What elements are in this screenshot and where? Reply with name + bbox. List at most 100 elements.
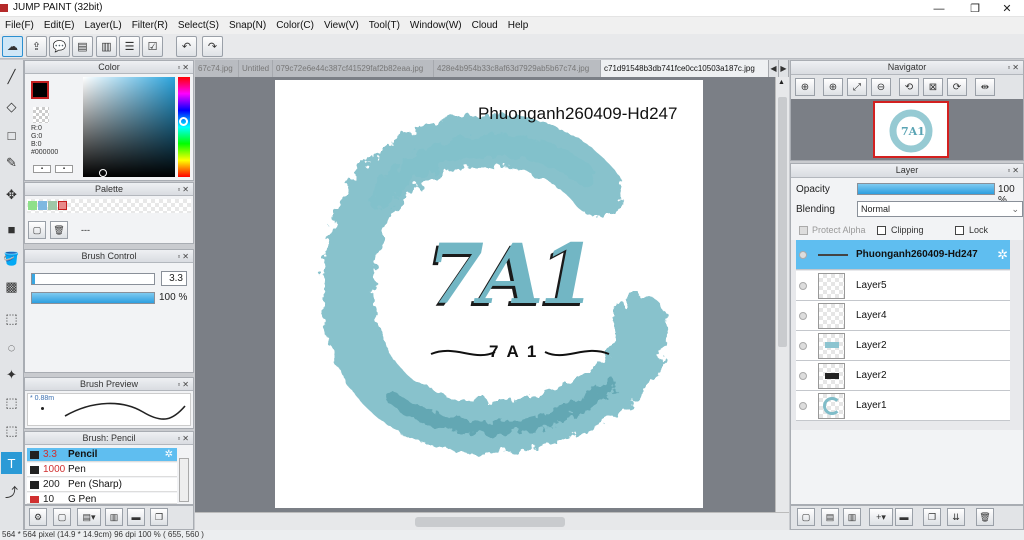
brush-list-scrollbar[interactable] <box>179 458 189 502</box>
palette-swatch[interactable] <box>28 201 37 210</box>
comment-icon[interactable]: 💬 <box>49 36 70 57</box>
lasso-select-icon[interactable]: ◌ <box>1 336 22 358</box>
tab-doc-active[interactable]: c71d91548b3db741fce0cc10503a187c.jpg <box>601 60 769 77</box>
maximize-button[interactable]: ❐ <box>958 0 992 17</box>
rectangle-tool-icon[interactable]: □ <box>1 124 22 146</box>
fit-window-icon[interactable]: ⊠ <box>923 78 943 96</box>
saturation-value-picker[interactable] <box>83 77 175 177</box>
delete-layer-icon[interactable]: 🗑 <box>976 508 994 526</box>
share-icon[interactable]: ⇪ <box>26 36 47 57</box>
layer-opacity-slider[interactable] <box>857 183 995 195</box>
palette-swatch[interactable] <box>38 201 47 210</box>
menu-select[interactable]: Select(S) <box>173 20 224 31</box>
color-mode-button[interactable]: ▪ <box>33 165 51 173</box>
new-palette-icon[interactable]: ▢ <box>28 221 46 239</box>
panel-buttons[interactable]: ▫✕ <box>1007 165 1021 177</box>
lock-checkbox[interactable] <box>955 226 964 235</box>
zoom-fit-icon[interactable]: ⊕ <box>795 78 815 96</box>
checklist-icon[interactable]: ☑ <box>142 36 163 57</box>
layer-row[interactable]: Layer2 <box>796 331 1010 361</box>
tab-doc[interactable]: 079c72e6e44c387cf41529faf2b82eaa.jpg <box>273 60 434 77</box>
tab-scroll-left-icon[interactable]: ◀ <box>769 60 779 77</box>
layer-row[interactable]: Layer5 <box>796 271 1010 301</box>
hue-slider-handle[interactable] <box>179 117 188 126</box>
visibility-icon[interactable] <box>799 282 807 290</box>
brush-slot[interactable]: 200 Pen (Sharp) <box>27 478 177 492</box>
clipping-checkbox[interactable] <box>877 226 886 235</box>
panel-buttons[interactable]: ▫✕ <box>177 433 191 445</box>
select-eraser-icon[interactable]: ⬚ <box>1 420 22 442</box>
brush-settings-icon[interactable]: ⚙ <box>29 508 47 526</box>
blending-select[interactable]: Normal ⌄ <box>857 201 1023 217</box>
menu-tool[interactable]: Tool(T) <box>364 20 405 31</box>
text-tool-icon[interactable]: T <box>1 452 22 474</box>
panel-buttons[interactable]: ▫✕ <box>1007 62 1021 74</box>
visibility-icon[interactable] <box>799 312 807 320</box>
visibility-icon[interactable] <box>799 342 807 350</box>
brush-tool-icon[interactable]: ╱ <box>1 66 22 88</box>
sv-picker-handle[interactable] <box>99 169 107 177</box>
brush-size-value[interactable]: 3.3 <box>161 271 187 286</box>
visibility-icon[interactable] <box>799 402 807 410</box>
actual-size-icon[interactable]: ⤢ <box>847 78 867 96</box>
brush-opacity-slider[interactable] <box>31 292 155 304</box>
layer-row[interactable]: Phuonganh260409-Hd247 ✲ <box>796 240 1010 270</box>
new-layer-icon[interactable]: ▢ <box>797 508 815 526</box>
transparent-swatch[interactable] <box>33 107 49 123</box>
tab-doc[interactable]: Untitled <box>239 60 273 77</box>
panel-buttons[interactable]: ▫✕ <box>177 184 191 196</box>
layer-row[interactable]: Layer1 <box>796 391 1010 421</box>
tab-doc[interactable]: 67c74.jpg <box>195 60 239 77</box>
navigator-thumbnail[interactable]: 7A1 <box>873 101 949 158</box>
rect-select-icon[interactable]: ⬚ <box>1 308 22 330</box>
horizontal-scroll-thumb[interactable] <box>415 517 565 527</box>
new-brush-icon[interactable]: ▢ <box>53 508 71 526</box>
rotate-left-icon[interactable]: ⟲ <box>899 78 919 96</box>
duplicate-layer-icon[interactable]: ❐ <box>923 508 941 526</box>
layer-row[interactable]: Layer4 <box>796 301 1010 331</box>
eyedropper-tool-icon[interactable]: ⤴ <box>1 480 22 502</box>
message-icon[interactable]: ▤ <box>72 36 93 57</box>
primary-color-swatch[interactable] <box>31 81 49 99</box>
delete-palette-icon[interactable]: 🗑 <box>50 221 68 239</box>
brush-duplicate-icon[interactable]: ❐ <box>150 508 168 526</box>
menu-filter[interactable]: Filter(R) <box>127 20 173 31</box>
color-swap-button[interactable]: ▪ <box>55 165 73 173</box>
tab-doc[interactable]: 428e4b954b33c8af63d7929ab5b67c74.jpg <box>434 60 601 77</box>
fill-rect-tool-icon[interactable]: ■ <box>1 218 22 240</box>
brush-size-slider[interactable] <box>31 273 155 285</box>
redo-icon[interactable]: ↷ <box>202 36 223 57</box>
menu-edit[interactable]: Edit(E) <box>39 20 80 31</box>
palette-swatch[interactable] <box>48 201 57 210</box>
panel-buttons[interactable]: ▫✕ <box>177 62 191 74</box>
menu-help[interactable]: Help <box>503 20 534 31</box>
minimize-button[interactable]: — <box>922 0 956 17</box>
canvas-horizontal-scrollbar[interactable] <box>195 512 789 530</box>
new-layer-8bit-icon[interactable]: ▤ <box>821 508 839 526</box>
pen-tool-icon[interactable]: ✎ <box>1 152 22 174</box>
document-canvas[interactable]: Phuonganh260409-Hd247 7A1 7 A 1 <box>275 80 703 508</box>
gear-icon[interactable]: ✲ <box>997 247 1008 263</box>
flip-icon[interactable]: ⇹ <box>975 78 995 96</box>
brush-folder-icon[interactable]: ▬ <box>127 508 145 526</box>
palette-swatch[interactable] <box>58 201 67 210</box>
menu-layer[interactable]: Layer(L) <box>79 20 126 31</box>
magic-wand-icon[interactable]: ✦ <box>1 364 22 386</box>
tab-scroll-right-icon[interactable]: ▶ <box>779 60 789 77</box>
menu-view[interactable]: View(V) <box>319 20 364 31</box>
move-tool-icon[interactable]: ✥ <box>1 184 22 206</box>
brush-copy-icon[interactable]: ▥ <box>105 508 123 526</box>
brush-slot[interactable]: 1000 Pen <box>27 463 177 477</box>
hue-slider[interactable] <box>178 77 190 177</box>
layer-row[interactable]: Layer2 <box>796 361 1010 391</box>
gear-icon[interactable]: ✲ <box>165 448 173 461</box>
menu-cloud[interactable]: Cloud <box>467 20 503 31</box>
list-icon[interactable]: ☰ <box>119 36 140 57</box>
bucket-tool-icon[interactable]: 🪣 <box>1 248 22 270</box>
visibility-icon[interactable] <box>799 251 807 259</box>
scroll-up-icon[interactable]: ▲ <box>778 79 785 86</box>
panel-buttons[interactable]: ▫✕ <box>177 251 191 263</box>
new-layer-1bit-icon[interactable]: ▥ <box>843 508 861 526</box>
zoom-out-icon[interactable]: ⊖ <box>871 78 891 96</box>
canvas-area[interactable]: Phuonganh260409-Hd247 7A1 7 A 1 <box>195 77 775 512</box>
